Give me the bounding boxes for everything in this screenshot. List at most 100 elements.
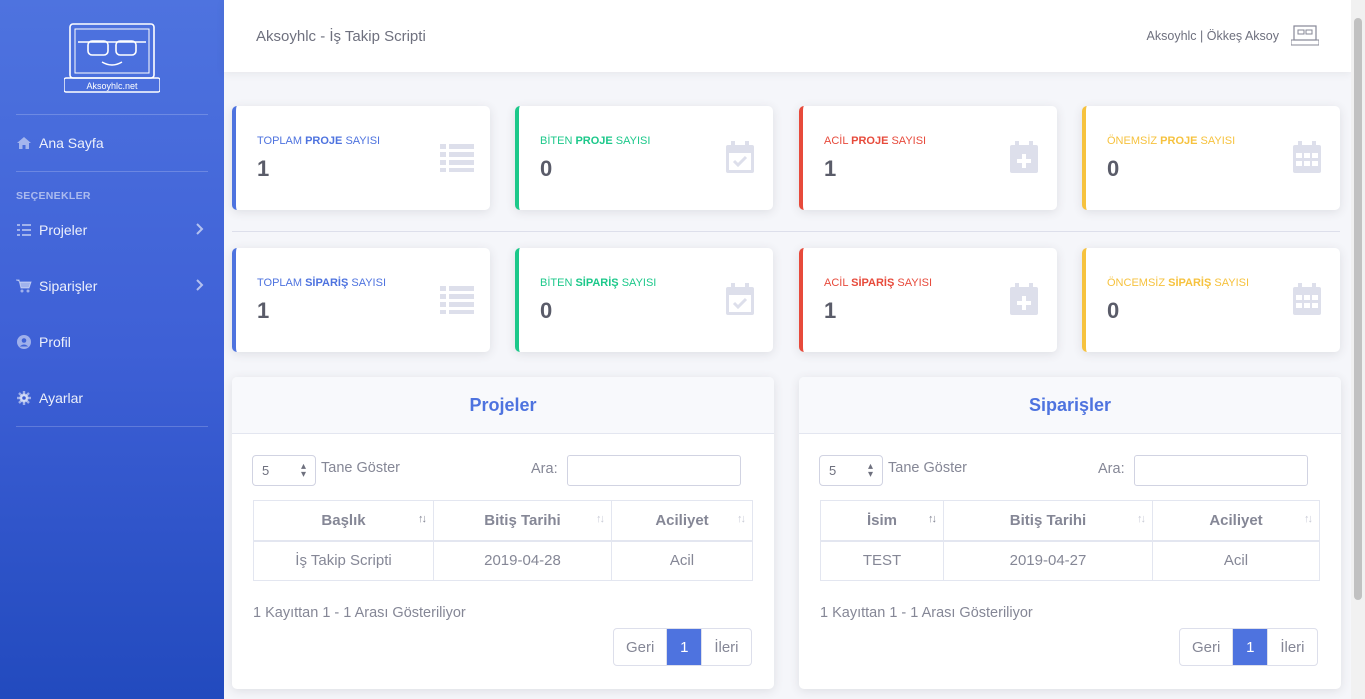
sort-icon: ↑↓ — [596, 513, 605, 525]
logo-text: Aksoyhlc.net — [86, 81, 138, 91]
table-row: TEST 2019-04-27 Acil — [820, 540, 1320, 581]
user-circle-icon — [16, 334, 32, 350]
stat-label: ACİL SİPARİŞ SAYISI — [824, 277, 933, 289]
scrollbar[interactable] — [1351, 0, 1365, 699]
calendar-plus-icon — [1007, 282, 1041, 316]
column-header[interactable]: Aciliyet ↑↓ — [1152, 500, 1320, 542]
table-cell: Acil — [1152, 540, 1320, 581]
column-label: Bitiş Tarihi — [484, 511, 561, 529]
sort-icon: ↑↓ — [418, 513, 427, 525]
column-header[interactable]: Bitiş Tarihi ↑↓ — [943, 500, 1153, 542]
avatar — [1291, 25, 1319, 46]
sidebar-item-label: Projeler — [39, 222, 88, 238]
stat-value: 1 — [824, 156, 837, 181]
column-header[interactable]: Bitiş Tarihi ↑↓ — [433, 500, 612, 542]
sidebar-item-label: Ana Sayfa — [39, 135, 104, 151]
stat-value: 0 — [1107, 298, 1120, 323]
cart-icon — [16, 278, 32, 294]
projects-table: Başlık ↑↓ Bitiş Tarihi ↑↓ Aciliyet ↑↓ İş Ta… — [253, 500, 753, 581]
user-name: Aksoyhlc | Ökkeş Aksoy — [1146, 29, 1279, 43]
sidebar-item-label: Siparişler — [39, 278, 98, 294]
column-label: Bitiş Tarihi — [1009, 511, 1087, 529]
sidebar-item-label: Ayarlar — [39, 390, 84, 406]
page-length-select[interactable]: 5 ▴ ▾ — [252, 455, 316, 486]
stat-label: TOPLAM SİPARİŞ SAYISI — [257, 277, 386, 289]
sidebar-item-projects[interactable]: Projeler — [0, 202, 224, 258]
brand[interactable]: Aksoyhlc.net — [0, 0, 224, 100]
page-length-label: Tane Göster — [888, 460, 967, 476]
search-label: Ara: — [1098, 461, 1125, 477]
stat-label: ACİL PROJE SAYISI — [824, 135, 927, 147]
panel-title: Siparişler — [799, 377, 1341, 434]
page-length-select[interactable]: 5 ▴ ▾ — [819, 455, 883, 486]
stat-card: TOPLAM PROJE SAYISI 1 — [232, 106, 490, 210]
page-button[interactable]: 1 — [667, 629, 703, 665]
page-length-label: Tane Göster — [321, 460, 400, 476]
sidebar: Aksoyhlc.net Ana Sayfa SEÇENEKLER Projel… — [0, 0, 224, 699]
chevron-right-icon — [196, 278, 204, 294]
chevron-right-icon — [196, 222, 204, 238]
prev-button[interactable]: Geri — [614, 629, 668, 665]
sidebar-item-profile[interactable]: Profil — [0, 314, 224, 370]
search-input[interactable] — [567, 455, 741, 486]
column-label: Başlık — [321, 511, 366, 529]
column-header[interactable]: İsim ↑↓ — [820, 500, 944, 542]
calendar-check-icon — [723, 282, 757, 316]
column-header[interactable]: Aciliyet ↑↓ — [611, 500, 753, 542]
sort-icon: ↑↓ — [1137, 513, 1146, 525]
page-title: Aksoyhlc - İş Takip Scripti — [256, 27, 426, 45]
table-info: 1 Kayıttan 1 - 1 Arası Gösteriliyor — [253, 605, 466, 621]
table-cell: TEST — [820, 540, 944, 581]
sidebar-item-orders[interactable]: Siparişler — [0, 258, 224, 314]
orders-panel: Siparişler 5 ▴ ▾ Tane Göster Ara: İsim ↑↓ … — [799, 377, 1341, 689]
column-label: Aciliyet — [655, 511, 709, 529]
stat-card: ACİL PROJE SAYISI 1 — [799, 106, 1057, 210]
stat-card: BİTEN PROJE SAYISI 0 — [515, 106, 773, 210]
list-icon — [16, 222, 32, 238]
list-icon — [440, 282, 474, 316]
next-button[interactable]: İleri — [1268, 629, 1316, 665]
stat-value: 0 — [540, 156, 553, 181]
table-cell: Acil — [611, 540, 753, 581]
stat-value: 1 — [257, 156, 270, 181]
sort-icon: ↑↓ — [1304, 513, 1313, 525]
calendar-plus-icon — [1007, 140, 1041, 174]
projects-panel: Projeler 5 ▴ ▾ Tane Göster Ara: Başlık ↑↓ … — [232, 377, 774, 689]
table-cell: 2019-04-28 — [433, 540, 612, 581]
stat-card: BİTEN SİPARİŞ SAYISI 0 — [515, 248, 773, 352]
column-header[interactable]: Başlık ↑↓ — [253, 500, 434, 542]
list-icon — [440, 140, 474, 174]
search-input[interactable] — [1134, 455, 1308, 486]
stat-value: 0 — [1107, 156, 1120, 181]
stat-card: ACİL SİPARİŞ SAYISI 1 — [799, 248, 1057, 352]
stat-label: BİTEN PROJE SAYISI — [540, 135, 651, 147]
next-button[interactable]: İleri — [702, 629, 750, 665]
prev-button[interactable]: Geri — [1180, 629, 1234, 665]
user-menu[interactable]: Aksoyhlc | Ökkeş Aksoy — [1147, 25, 1319, 47]
sidebar-item-home[interactable]: Ana Sayfa — [0, 115, 224, 171]
column-label: Aciliyet — [1209, 511, 1263, 529]
gear-icon — [16, 390, 32, 406]
scrollbar-thumb[interactable] — [1354, 18, 1362, 600]
calendar-check-icon — [723, 140, 757, 174]
pagination: Geri 1 İleri — [613, 628, 752, 666]
page-length-value: 5 — [829, 463, 837, 478]
stat-card: ÖNEMSİZ PROJE SAYISI 0 — [1082, 106, 1340, 210]
table-cell: İş Takip Scripti — [253, 540, 434, 581]
panel-title: Projeler — [232, 377, 774, 434]
stat-label: ÖNCEMSİZ SİPARİŞ SAYISI — [1107, 277, 1250, 289]
pagination: Geri 1 İleri — [1179, 628, 1318, 666]
divider — [16, 426, 208, 427]
page-length-value: 5 — [262, 463, 270, 478]
sidebar-item-settings[interactable]: Ayarlar — [0, 370, 224, 426]
logo: Aksoyhlc.net — [64, 23, 160, 93]
page-button[interactable]: 1 — [1233, 629, 1269, 665]
sort-icon: ↑↓ — [737, 513, 746, 525]
search-label: Ara: — [531, 461, 558, 477]
home-icon — [16, 135, 32, 151]
column-label: İsim — [866, 511, 897, 529]
stat-value: 0 — [540, 298, 553, 323]
stat-card: ÖNCEMSİZ SİPARİŞ SAYISI 0 — [1082, 248, 1340, 352]
sort-icon: ↑↓ — [928, 513, 937, 525]
sidebar-item-label: Profil — [39, 334, 71, 350]
